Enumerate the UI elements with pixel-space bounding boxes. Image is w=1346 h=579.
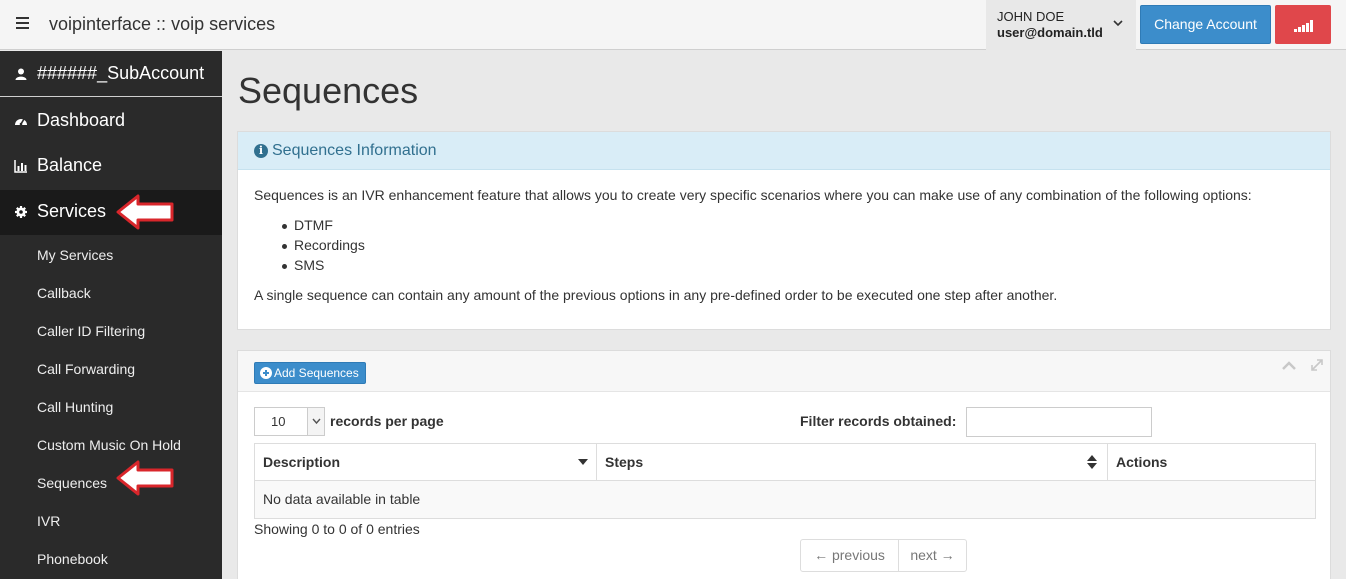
top-navbar: voipinterface :: voip services JOHN DOE … (0, 0, 1346, 50)
column-label: Description (263, 454, 341, 470)
table-header-row: Description Steps Actions (255, 444, 1315, 481)
pagination: ← previous next → (800, 539, 967, 572)
sidebar-subitem-call-hunting[interactable]: Call Hunting (37, 399, 113, 415)
option-item: DTMF (294, 217, 333, 233)
sidebar-item-label: Dashboard (37, 110, 126, 130)
select-arrow (307, 408, 324, 435)
add-sequences-button[interactable]: Add Sequences (254, 362, 366, 384)
sidebar-subitem-phonebook[interactable]: Phonebook (37, 551, 108, 567)
sequences-table-panel: Add Sequences 10 records per page Filter… (237, 350, 1331, 579)
chevron-down-icon (312, 418, 321, 425)
filter-input[interactable] (966, 407, 1152, 437)
filter-label: Filter records obtained: (800, 413, 957, 429)
column-header-actions: Actions (1108, 444, 1315, 481)
info-panel-header: i Sequences Information (238, 132, 1330, 170)
red-arrow-annotation (116, 194, 174, 230)
sequences-info-panel: i Sequences Information Sequences is an … (237, 131, 1331, 330)
sidebar-subitem-custom-music-on-hold[interactable]: Custom Music On Hold (37, 437, 181, 453)
next-page-button[interactable]: next → (899, 540, 966, 571)
sidebar-subitem-my-services[interactable]: My Services (37, 247, 113, 263)
sort-desc-icon (578, 459, 588, 465)
app-title: voipinterface :: voip services (49, 14, 276, 34)
page-length-value: 10 (271, 414, 286, 429)
sidebar-subitem-sequences[interactable]: Sequences (37, 475, 107, 491)
sidebar-subitem-ivr[interactable]: IVR (37, 513, 60, 529)
chevron-down-icon (1113, 20, 1123, 27)
user-menu[interactable]: JOHN DOE user@domain.tld (986, 0, 1136, 50)
sidebar-item-services[interactable]: Services (0, 190, 222, 235)
info-outro-text: A single sequence can contain any amount… (254, 287, 1058, 303)
option-item: SMS (294, 257, 325, 273)
sort-icon (1087, 455, 1097, 469)
bullet-dot (282, 264, 287, 269)
bar-chart-icon (14, 160, 27, 173)
column-header-description[interactable]: Description (255, 444, 597, 481)
option-item: Recordings (294, 237, 365, 253)
sidebar-subitem-callback[interactable]: Callback (37, 285, 91, 301)
column-label: Actions (1116, 454, 1168, 470)
dashboard-icon (15, 118, 27, 126)
sidebar-subitem-call-forwarding[interactable]: Call Forwarding (37, 361, 135, 377)
signal-bars-icon (1294, 20, 1314, 32)
hamburger-icon[interactable] (16, 17, 29, 31)
bullet-dot (282, 244, 287, 249)
chevron-up-icon[interactable] (1282, 361, 1296, 371)
previous-page-button[interactable]: ← previous (801, 540, 899, 571)
info-icon: i (254, 144, 268, 158)
sidebar-account[interactable]: ######_SubAccount (0, 51, 222, 97)
user-name: JOHN DOE (997, 9, 1065, 24)
table-info-text: Showing 0 to 0 of 0 entries (254, 521, 420, 537)
red-arrow-annotation (116, 460, 174, 496)
sidebar-item-balance[interactable]: Balance (0, 144, 222, 189)
expand-icon[interactable] (1310, 358, 1324, 372)
page-length-select[interactable]: 10 (254, 407, 325, 436)
page-title: Sequences (238, 70, 419, 111)
sidebar-item-label: Services (37, 201, 107, 221)
sidebar-item-label: Balance (37, 155, 103, 175)
add-sequences-label: Add Sequences (274, 366, 359, 380)
gear-icon (15, 206, 27, 218)
plus-circle-icon (260, 367, 272, 379)
info-panel-title: Sequences Information (272, 142, 437, 159)
column-label: Steps (605, 454, 644, 470)
empty-table-message: No data available in table (263, 491, 421, 507)
column-header-steps[interactable]: Steps (597, 444, 1108, 481)
user-icon (15, 68, 27, 80)
sidebar-item-dashboard[interactable]: Dashboard (0, 99, 222, 144)
page-length-label: records per page (330, 413, 444, 429)
table-panel-header: Add Sequences (238, 351, 1330, 392)
change-account-button[interactable]: Change Account (1140, 5, 1271, 44)
sidebar-subitem-caller-id-filtering[interactable]: Caller ID Filtering (37, 323, 145, 339)
sidebar-account-label: ######_SubAccount (37, 63, 205, 83)
bullet-dot (282, 224, 287, 229)
sequences-table: Description Steps Actions No data availa… (254, 443, 1316, 519)
table-row: No data available in table (255, 481, 1315, 518)
signal-button[interactable] (1275, 5, 1331, 44)
info-intro-text: Sequences is an IVR enhancement feature … (254, 187, 1252, 203)
user-email: user@domain.tld (997, 25, 1103, 40)
sidebar: ######_SubAccount Dashboard Balance Serv… (0, 51, 222, 579)
